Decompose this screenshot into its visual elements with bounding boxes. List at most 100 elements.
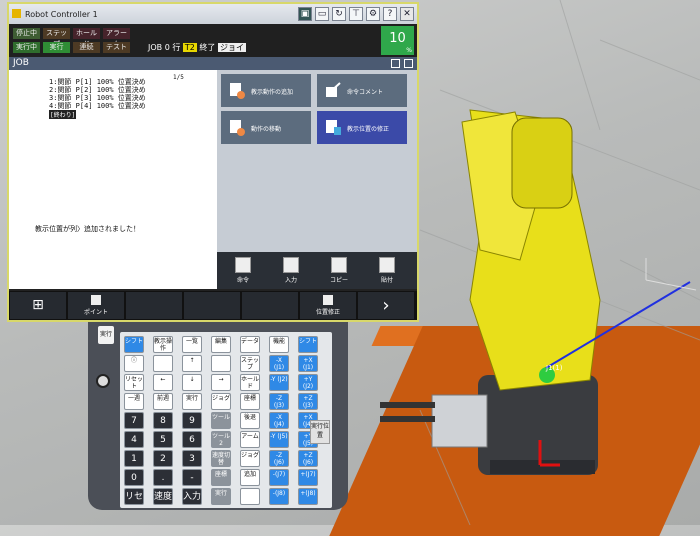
keypad-key[interactable]: 5 <box>153 431 173 448</box>
close-icon[interactable]: ✕ <box>400 7 414 21</box>
instruction-button[interactable]: 命令 <box>221 255 265 287</box>
keypad-key[interactable]: 8 <box>153 412 173 429</box>
pin-icon[interactable]: ⊤ <box>349 7 363 21</box>
menu-grid-button[interactable]: ⊞ <box>10 292 66 319</box>
keypad-key[interactable]: -Y (J5) <box>269 431 289 448</box>
keypad-key[interactable]: 実行 <box>182 393 202 410</box>
window-icon[interactable]: ▭ <box>315 7 329 21</box>
override-indicator[interactable]: 10 % <box>381 26 414 55</box>
keypad-key[interactable]: +Z (J3) <box>298 393 318 410</box>
keypad-key[interactable]: 一覧 <box>182 336 202 353</box>
keypad-key[interactable]: 0 <box>124 469 144 486</box>
move-motion-button[interactable]: 動作の移動 <box>221 111 311 144</box>
keypad-key[interactable]: ← <box>153 374 173 391</box>
keypad-key[interactable]: ↑ <box>182 355 202 372</box>
gear-icon[interactable]: ⚙ <box>366 7 380 21</box>
end-marker[interactable]: [終わり] <box>49 110 77 119</box>
split-icon[interactable] <box>404 59 413 68</box>
refresh-icon[interactable]: ↻ <box>332 7 346 21</box>
window-title: Robot Controller 1 <box>25 9 98 19</box>
keypad-key[interactable]: シフト <box>124 336 144 353</box>
keypad-key[interactable]: +(J7) <box>298 469 318 486</box>
keypad-key[interactable]: ↓ <box>182 374 202 391</box>
keypad-key[interactable]: -X (J1) <box>269 355 289 372</box>
keypad-key[interactable]: リセット <box>124 374 144 391</box>
keypad-key[interactable]: -(J7) <box>269 469 289 486</box>
keypad-key[interactable]: 4 <box>124 431 144 448</box>
keypad-key[interactable]: ツール2 <box>211 431 231 448</box>
keypad-key[interactable]: 1 <box>124 450 144 467</box>
keypad-key[interactable]: 速度切替 <box>211 450 231 467</box>
next-page-button[interactable]: › <box>358 292 414 319</box>
keypad-key[interactable]: 座標 <box>240 393 260 410</box>
keypad-key[interactable]: 編集 <box>211 336 231 353</box>
keypad-key[interactable] <box>153 355 173 372</box>
keypad-key[interactable]: 3 <box>182 450 202 467</box>
keypad-key[interactable]: 速度 <box>153 488 173 505</box>
keypad-key[interactable]: +Y (J2) <box>298 374 318 391</box>
input-button[interactable]: 入力 <box>269 255 313 287</box>
program-editor[interactable]: 1/5 1:関節 P[1] 100% 位置決め 2:関節 P[2] 100% 位… <box>9 70 217 289</box>
keypad-key[interactable]: データ <box>240 336 260 353</box>
keypad-key[interactable]: -(J8) <box>269 488 289 505</box>
keypad-key[interactable]: アーム <box>240 431 260 448</box>
empty-key-2[interactable] <box>184 292 240 319</box>
title-bar[interactable]: Robot Controller 1 ▣ ▭ ↻ ⊤ ⚙ ? ✕ <box>9 4 417 24</box>
copy-button[interactable]: コピー <box>317 255 361 287</box>
add-motion-button[interactable]: 教示動作の追加 <box>221 74 311 107</box>
instruction-icon <box>235 257 251 273</box>
keypad-key[interactable]: 6 <box>182 431 202 448</box>
program-line[interactable]: 4:関節 P[4] 100% 位置決め <box>49 102 146 110</box>
pendant-window[interactable]: Robot Controller 1 ▣ ▭ ↻ ⊤ ⚙ ? ✕ 停止中 ステッ… <box>7 2 419 322</box>
keypad-key[interactable]: 教示操作 <box>153 336 173 353</box>
function-key-bar: 命令 入力 コピー 貼付 <box>217 252 417 289</box>
side-key-right[interactable]: 実行位置 <box>310 420 330 444</box>
keypad-key[interactable] <box>211 355 231 372</box>
keypad-key[interactable]: 7 <box>124 412 144 429</box>
keypad-key[interactable]: +(J8) <box>298 488 318 505</box>
keypad-key[interactable]: シフト <box>298 336 318 353</box>
menu-icon[interactable] <box>391 59 400 68</box>
point-button[interactable]: ポイント <box>68 292 124 319</box>
keypad-key[interactable]: ツール <box>211 412 231 429</box>
program-line[interactable]: 3:関節 P[3] 100% 位置決め <box>49 94 146 102</box>
keypad-key[interactable]: - <box>182 469 202 486</box>
keypad-key[interactable]: 2 <box>153 450 173 467</box>
keypad-key[interactable]: -Y (J2) <box>269 374 289 391</box>
keypad-key[interactable]: 機能 <box>269 336 289 353</box>
keypad-key[interactable]: 入力 <box>182 488 202 505</box>
keypad-key[interactable]: . <box>153 469 173 486</box>
keypad-key[interactable]: ジョグ <box>240 450 260 467</box>
keypad-key[interactable] <box>240 488 260 505</box>
keypad-key[interactable]: 9 <box>182 412 202 429</box>
program-line[interactable]: 1:関節 P[1] 100% 位置決め <box>49 78 146 86</box>
empty-key-1[interactable] <box>126 292 182 319</box>
touchup-key[interactable]: 位置修正 <box>300 292 356 319</box>
keypad-key[interactable]: 実行 <box>211 488 231 505</box>
keypad-key[interactable]: 後退 <box>240 412 260 429</box>
keypad-key[interactable]: -X (J4) <box>269 412 289 429</box>
keypad-key[interactable]: → <box>211 374 231 391</box>
side-key-top[interactable]: 実行 <box>98 326 114 344</box>
keypad-key[interactable]: ⓘ <box>124 355 144 372</box>
keypad-key[interactable]: +X (J1) <box>298 355 318 372</box>
keypad-key[interactable]: 座標 <box>211 469 231 486</box>
keypad-key[interactable]: ホールド <box>240 374 260 391</box>
keypad-key[interactable]: -Z (J6) <box>269 450 289 467</box>
help-icon[interactable]: ? <box>383 7 397 21</box>
keypad-key[interactable]: ジョグ <box>211 393 231 410</box>
comment-button[interactable]: 命令コメント <box>317 74 407 107</box>
paste-button[interactable]: 貼付 <box>365 255 409 287</box>
keypad-key[interactable]: 追加 <box>240 469 260 486</box>
keypad-key[interactable]: ステップ <box>240 355 260 372</box>
empty-key-3[interactable] <box>242 292 298 319</box>
keypad-key[interactable]: 一週 <box>124 393 144 410</box>
keypad-key[interactable]: 前週 <box>153 393 173 410</box>
keypad-key[interactable]: +Z (J6) <box>298 450 318 467</box>
keypad-key[interactable]: -Z (J3) <box>269 393 289 410</box>
keypad-key[interactable]: リセット <box>124 488 144 505</box>
toggle-icon[interactable]: ▣ <box>298 7 312 21</box>
enable-knob-icon[interactable] <box>96 374 110 388</box>
touchup-button[interactable]: 教示位置の修正 <box>317 111 407 144</box>
program-line[interactable]: 2:関節 P[2] 100% 位置決め <box>49 86 146 94</box>
